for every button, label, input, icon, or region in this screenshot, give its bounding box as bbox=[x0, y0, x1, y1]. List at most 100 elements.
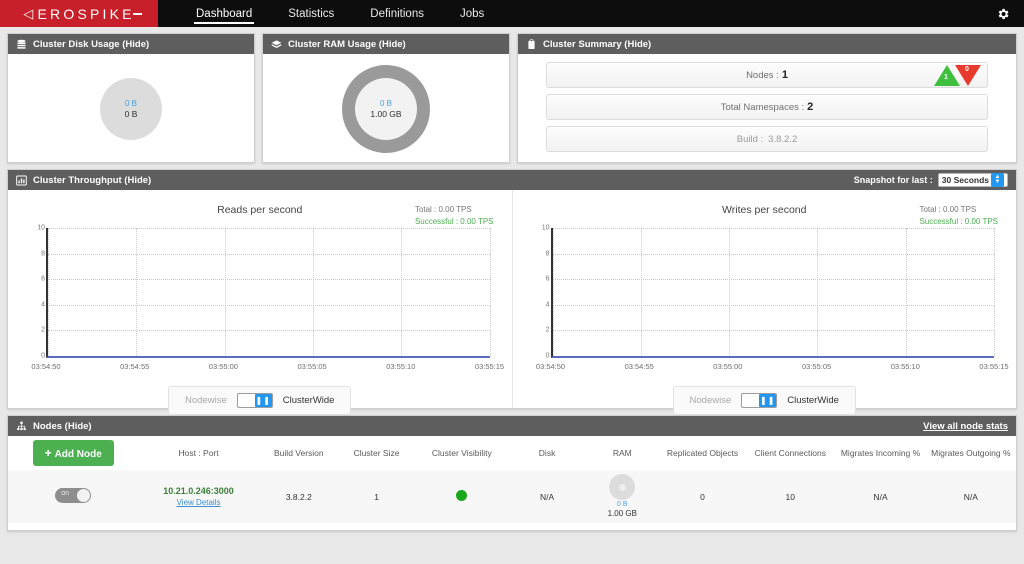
ram-used-value: 0 B bbox=[379, 98, 392, 108]
summary-panel-header[interactable]: Cluster Summary (Hide) bbox=[518, 34, 1016, 54]
writes-toggle-knob: ❚❚ bbox=[759, 394, 777, 407]
writes-toggle-right-label: ClusterWide bbox=[787, 395, 839, 406]
gridline-vertical bbox=[994, 228, 995, 356]
logo-arrow-icon: ◁ bbox=[23, 5, 37, 21]
throughput-charts: Reads per second Total : 0.00 TPS Succes… bbox=[8, 190, 1016, 415]
ram-donut-center: 0 B 1.00 GB bbox=[355, 77, 417, 140]
gridline-vertical bbox=[312, 228, 314, 356]
x-axis-tick-label: 03:55:05 bbox=[297, 362, 327, 371]
nav-item-dashboard[interactable]: Dashboard bbox=[178, 0, 270, 27]
col-client-connections: Client Connections bbox=[754, 447, 826, 458]
disk-panel-header[interactable]: Cluster Disk Usage (Hide) bbox=[8, 34, 254, 54]
writes-toggle-switch[interactable]: ❚❚ bbox=[741, 393, 778, 408]
add-node-button[interactable]: + Add Node bbox=[32, 440, 114, 466]
gridline-vertical bbox=[401, 228, 403, 356]
summary-rows: Nodes :1 1 0 Total Namespaces :2 Build :… bbox=[518, 54, 1016, 152]
cell-client-connections: 10 bbox=[745, 470, 836, 523]
x-axis-tick-label: 03:54:55 bbox=[624, 362, 654, 371]
gridline-horizontal bbox=[48, 330, 490, 332]
nav-item-statistics[interactable]: Statistics bbox=[270, 0, 352, 27]
x-axis-tick-label: 03:55:15 bbox=[474, 362, 505, 371]
ram-panel-header[interactable]: Cluster RAM Usage (Hide) bbox=[263, 34, 509, 54]
gear-icon[interactable] bbox=[996, 7, 1010, 21]
table-row: on 10.21.0.246:3000 View Details 3.8.2.2… bbox=[8, 470, 1016, 523]
nodes-panel: Nodes (Hide) View all node stats + Add No… bbox=[7, 415, 1017, 531]
node-ram-total: 1.00 GB bbox=[607, 509, 637, 518]
cell-host-port: 10.21.0.246:3000 View Details bbox=[138, 470, 259, 523]
reads-total-tps: Total : 0.00 TPS bbox=[414, 205, 472, 214]
disk-gauge-circle: 0 B 0 B bbox=[100, 77, 162, 140]
database-icon bbox=[16, 39, 27, 50]
add-node-label: Add Node bbox=[54, 449, 102, 460]
gridline-vertical bbox=[48, 228, 49, 356]
nodes-down-count: 0 bbox=[965, 66, 969, 73]
y-axis-tick-label: 6 bbox=[41, 275, 45, 283]
snapshot-select[interactable]: 30 Seconds ▲ ▼ bbox=[937, 173, 1008, 187]
cell-ram: 0 B 1.00 GB bbox=[584, 470, 660, 523]
nav-item-definitions[interactable]: Definitions bbox=[352, 0, 442, 27]
reads-scope-toggle[interactable]: Nodewise ❚❚ ClusterWide bbox=[168, 386, 352, 415]
visibility-status-dot bbox=[456, 490, 468, 501]
nodes-panel-header[interactable]: Nodes (Hide) View all node stats bbox=[8, 416, 1016, 436]
summary-row-namespaces: Total Namespaces :2 bbox=[546, 94, 988, 120]
col-cluster-visibility: Cluster Visibility bbox=[431, 447, 492, 458]
top-panels-row: Cluster Disk Usage (Hide) 0 B 0 B Cluste… bbox=[0, 27, 1024, 163]
gridline-horizontal bbox=[552, 253, 994, 255]
writes-tps-annotations: Total : 0.00 TPS Successful : 0.00 TPS bbox=[919, 204, 998, 228]
x-axis-tick-label: 03:55:15 bbox=[979, 362, 1009, 371]
y-axis-tick-label: 8 bbox=[41, 250, 45, 258]
snapshot-stepper-icon[interactable]: ▲ ▼ bbox=[991, 173, 1004, 187]
throughput-panel-header[interactable]: Cluster Throughput (Hide) Snapshot for l… bbox=[8, 170, 1016, 190]
writes-scope-toggle[interactable]: Nodewise ❚❚ ClusterWide bbox=[672, 386, 856, 415]
y-axis-tick-label: 6 bbox=[545, 275, 550, 283]
node-enabled-toggle[interactable]: on bbox=[55, 488, 92, 503]
gridline-vertical bbox=[817, 228, 819, 356]
y-axis-tick-label: 4 bbox=[41, 301, 45, 309]
nodes-table-header-row: + Add Node Host : Port Build Version Clus… bbox=[8, 436, 1016, 470]
nodes-table: + Add Node Host : Port Build Version Clus… bbox=[8, 436, 1016, 523]
cell-cluster-size: 1 bbox=[338, 470, 415, 523]
view-all-node-stats-link[interactable]: View all node stats bbox=[923, 421, 1008, 432]
throughput-row: Cluster Throughput (Hide) Snapshot for l… bbox=[0, 163, 1024, 415]
x-axis-tick-label: 03:55:10 bbox=[890, 362, 920, 371]
nodes-down-triangle-icon: 0 bbox=[955, 65, 981, 86]
gridline-horizontal bbox=[48, 228, 490, 229]
col-cluster-size: Cluster Size bbox=[353, 447, 400, 458]
logo-tail-decoration bbox=[133, 13, 142, 15]
reads-toggle-left-label: Nodewise bbox=[185, 395, 227, 406]
snapshot-selected-value: 30 Seconds bbox=[941, 175, 989, 185]
reads-successful-tps: Successful : 0.00 TPS bbox=[414, 217, 494, 226]
gridline-horizontal bbox=[552, 330, 994, 332]
x-axis-tick-label: 03:55:05 bbox=[801, 362, 832, 371]
reads-scope-toggle-wrap: Nodewise ❚❚ ClusterWide bbox=[20, 386, 500, 415]
nodes-up-count: 1 bbox=[944, 74, 948, 81]
top-navigation-bar: ◁ EROSPIKE Dashboard Statistics Definitio… bbox=[0, 0, 1024, 27]
col-disk: Disk bbox=[538, 447, 556, 458]
reads-toggle-switch[interactable]: ❚❚ bbox=[236, 393, 273, 408]
y-axis-tick-label: 2 bbox=[41, 326, 45, 334]
aerospike-logo[interactable]: ◁ EROSPIKE bbox=[0, 0, 158, 27]
col-ram: RAM bbox=[612, 447, 632, 458]
ram-donut-ring: 0 B 1.00 GB bbox=[342, 64, 430, 153]
view-details-link[interactable]: View Details bbox=[140, 498, 256, 507]
gridline-horizontal bbox=[48, 253, 490, 255]
node-status-indicators: 1 0 bbox=[934, 65, 981, 86]
logo-text: EROSPIKE bbox=[37, 5, 135, 22]
col-host-port: Host : Port bbox=[178, 447, 219, 458]
col-add-node: + Add Node bbox=[8, 436, 138, 470]
x-axis-tick-label: 03:54:50 bbox=[31, 362, 61, 371]
gridline-horizontal bbox=[552, 279, 994, 281]
col-build-version: Build Version bbox=[274, 447, 324, 458]
nav-item-jobs[interactable]: Jobs bbox=[442, 0, 502, 27]
node-toggle-knob bbox=[77, 489, 91, 502]
node-ram-donut bbox=[609, 474, 636, 500]
namespaces-label: Total Namespaces : bbox=[720, 101, 805, 113]
summary-panel-title: Cluster Summary (Hide) bbox=[543, 38, 652, 50]
y-axis-tick-label: 10 bbox=[37, 224, 45, 232]
node-ram-used: 0 B bbox=[617, 501, 628, 508]
clipboard-icon bbox=[526, 38, 537, 50]
disk-gauge: 0 B 0 B bbox=[8, 54, 254, 163]
nav-label-definitions: Definitions bbox=[370, 7, 424, 20]
gridline-horizontal bbox=[552, 304, 994, 306]
nav-label-jobs: Jobs bbox=[459, 7, 485, 20]
